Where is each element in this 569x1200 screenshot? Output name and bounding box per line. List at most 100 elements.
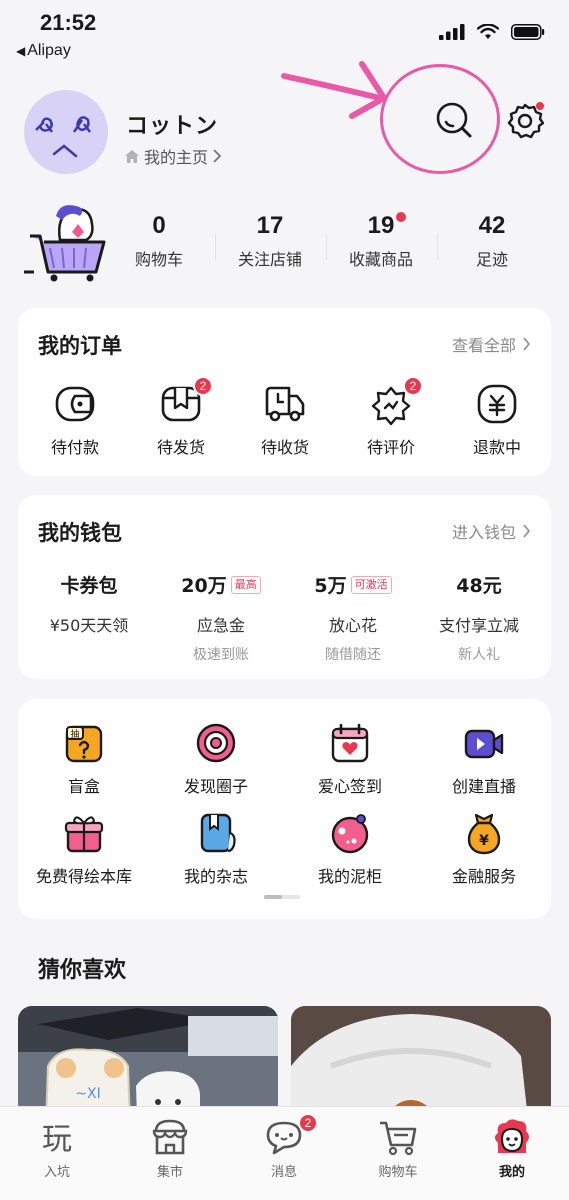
stat-value: 19 bbox=[367, 212, 395, 239]
play-char-icon: 玩 bbox=[42, 1122, 72, 1157]
avatar[interactable] bbox=[24, 90, 108, 174]
order-pending-shipment[interactable]: 2 待发货 bbox=[128, 376, 234, 458]
wallet-emergency-fund[interactable]: 20万 最高 应急金 极速到账 bbox=[156, 571, 286, 664]
my-homepage-link[interactable]: 我的主页 bbox=[124, 144, 222, 168]
tab-cart[interactable]: 购物车 bbox=[348, 1117, 448, 1180]
tool-my-cabinet[interactable]: 我的泥柜 bbox=[284, 811, 416, 887]
wallet-value: 20万 bbox=[181, 575, 227, 597]
tool-label: 免费得绘本库 bbox=[35, 867, 132, 886]
truck-icon bbox=[265, 386, 305, 422]
tab-label: 购物车 bbox=[378, 1165, 418, 1180]
wallet-tag: 最高 bbox=[230, 575, 261, 594]
tool-label: 创建直播 bbox=[451, 777, 516, 796]
stat-label: 购物车 bbox=[134, 250, 183, 269]
wallet-tag: 可激活 bbox=[350, 575, 392, 594]
tool-heart-checkin[interactable]: 爱心签到 bbox=[284, 721, 416, 797]
wallet-value: 卡券包 bbox=[60, 575, 118, 597]
tool-free-picture-books[interactable]: 免费得绘本库 bbox=[18, 811, 150, 887]
stat-cart[interactable]: 0 购物车 bbox=[104, 212, 214, 270]
status-time: 21:52 bbox=[40, 10, 97, 35]
annotation-circle bbox=[380, 64, 500, 174]
tab-label: 集市 bbox=[156, 1165, 183, 1180]
stat-footprints[interactable]: 42 足迹 bbox=[437, 212, 547, 270]
svg-text:¥: ¥ bbox=[479, 833, 489, 849]
blind-box-icon: 抽 bbox=[65, 725, 103, 763]
tab-me[interactable]: 我的 bbox=[462, 1117, 562, 1180]
wallet-sub: 随借随还 bbox=[325, 647, 381, 663]
tool-label: 我的泥柜 bbox=[317, 867, 382, 886]
messages-badge: 2 bbox=[298, 1113, 318, 1133]
discover-circle-icon bbox=[196, 723, 236, 763]
tab-label: 我的 bbox=[498, 1165, 525, 1180]
cart-icon bbox=[380, 1121, 417, 1156]
stats-row: 0 购物车 17 关注店铺 19 收藏商品 42 足迹 bbox=[20, 198, 550, 288]
wallet-label: 支付享立减 bbox=[438, 616, 519, 635]
battery-icon bbox=[511, 24, 545, 40]
wallet-payment-discount[interactable]: 48元 支付享立减 新人礼 bbox=[414, 571, 544, 664]
back-app-label: Alipay bbox=[27, 42, 71, 59]
order-label: 退款中 bbox=[472, 438, 521, 457]
order-pending-payment[interactable]: 待付款 bbox=[22, 382, 128, 458]
tool-label: 盲盒 bbox=[67, 777, 100, 796]
view-all-orders-link[interactable]: 查看全部 bbox=[452, 332, 531, 356]
svg-text:抽: 抽 bbox=[70, 728, 79, 740]
chevron-right-icon bbox=[523, 524, 531, 538]
tools-card: 抽 盲盒 发现圈子 爱心签到 创建直播 免费得绘本库 我的杂志 我的泥柜 ¥ 金… bbox=[18, 699, 551, 919]
settings-button[interactable] bbox=[506, 102, 545, 140]
tool-blind-box[interactable]: 抽 盲盒 bbox=[18, 721, 150, 797]
tool-label: 爱心签到 bbox=[317, 777, 382, 796]
signal-icon bbox=[439, 24, 465, 40]
wallet-sub: 极速到账 bbox=[193, 647, 249, 663]
wallet-value: 5万 bbox=[314, 575, 347, 597]
wallet-title: 我的钱包 bbox=[38, 521, 122, 545]
cart-mascot-icon bbox=[24, 205, 106, 282]
wallet-label: ¥50天天领 bbox=[49, 616, 129, 635]
stat-label: 关注店铺 bbox=[237, 250, 302, 269]
tool-discover-circle[interactable]: 发现圈子 bbox=[150, 721, 282, 797]
avatar-face-icon bbox=[35, 116, 91, 158]
enter-wallet-label: 进入钱包 bbox=[451, 523, 516, 542]
order-badge: 2 bbox=[193, 376, 213, 396]
stat-value: 17 bbox=[256, 212, 284, 239]
wallet-credit[interactable]: 5万 可激活 放心花 随借随还 bbox=[288, 571, 418, 664]
status-icons bbox=[439, 24, 545, 40]
order-label: 待收货 bbox=[260, 438, 309, 457]
orders-card: 我的订单 查看全部 待付款 2 待发货 待收货 2 待评价 退款中 bbox=[18, 308, 551, 476]
wallet-card: 我的钱包 进入钱包 卡券包 ¥50天天领 20万 最高 应急金 极速到账 5万 可激… bbox=[18, 495, 551, 679]
stat-followed-shops[interactable]: 17 关注店铺 bbox=[215, 212, 325, 270]
tab-messages[interactable]: 2 消息 bbox=[234, 1113, 334, 1180]
stat-favorites[interactable]: 19 收藏商品 bbox=[326, 212, 436, 270]
orders-title: 我的订单 bbox=[38, 334, 122, 358]
order-badge: 2 bbox=[403, 376, 423, 396]
order-pending-review[interactable]: 2 待评价 bbox=[338, 376, 444, 458]
tool-my-magazine[interactable]: 我的杂志 bbox=[150, 811, 282, 887]
order-refunding[interactable]: 退款中 bbox=[444, 382, 550, 458]
stat-label: 收藏商品 bbox=[348, 250, 413, 269]
cabinet-cookie-icon bbox=[331, 814, 369, 854]
profile-mascot-icon bbox=[495, 1119, 529, 1153]
view-all-label: 查看全部 bbox=[451, 336, 516, 355]
money-bag-icon: ¥ bbox=[467, 813, 501, 855]
tool-label: 我的杂志 bbox=[183, 867, 248, 886]
tab-market[interactable]: 集市 bbox=[120, 1117, 220, 1180]
chevron-right-icon bbox=[523, 337, 531, 351]
enter-wallet-link[interactable]: 进入钱包 bbox=[452, 519, 531, 543]
nickname: コットン bbox=[126, 114, 219, 139]
wallet-icon bbox=[55, 386, 95, 422]
section-title-guess-you-like: 猜你喜欢 bbox=[38, 958, 127, 983]
refund-icon bbox=[477, 384, 517, 424]
back-triangle-icon: ◀ bbox=[16, 44, 26, 58]
back-to-app-link[interactable]: ◀ Alipay bbox=[16, 42, 71, 60]
home-icon bbox=[125, 149, 139, 163]
tool-create-live[interactable]: 创建直播 bbox=[418, 721, 550, 797]
wallet-coupons[interactable]: 卡券包 ¥50天天领 bbox=[24, 571, 154, 636]
settings-notification-dot bbox=[536, 102, 544, 110]
stat-value: 0 bbox=[152, 212, 166, 239]
order-pending-receipt[interactable]: 待收货 bbox=[232, 382, 338, 458]
tab-label: 入坑 bbox=[43, 1165, 70, 1180]
tab-intro[interactable]: 玩 入坑 bbox=[7, 1117, 107, 1180]
tool-financial-services[interactable]: ¥ 金融服务 bbox=[418, 811, 550, 887]
wifi-icon bbox=[477, 24, 499, 39]
wallet-value: 48元 bbox=[456, 575, 502, 597]
stat-value: 42 bbox=[478, 212, 506, 239]
